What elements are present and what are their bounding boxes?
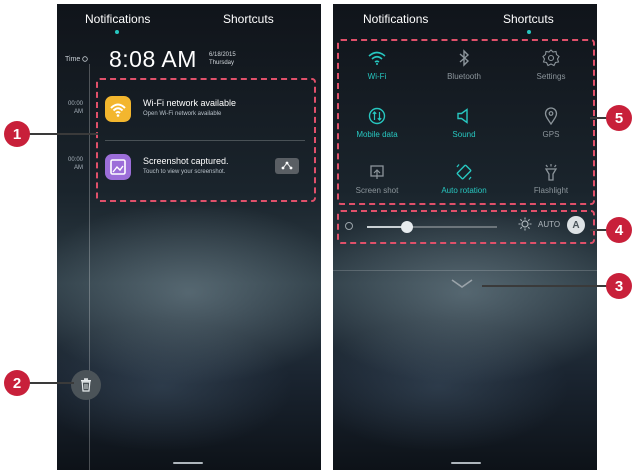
flashlight-icon [539,160,563,184]
callout-2: 2 [4,370,30,396]
weekday: Thursday [209,60,235,66]
callout-4: 4 [606,217,632,243]
bluetooth-icon [452,46,476,70]
toggle-label: Flashlight [533,186,569,195]
gear-icon [539,46,563,70]
toggle-wifi[interactable]: Wi-Fi [341,46,413,90]
toggle-label: Wi-Fi [367,72,387,81]
toggle-gps[interactable]: GPS [515,104,587,148]
notification-subtitle: Open Wi-Fi network available [143,111,222,117]
tab-notifications[interactable]: Notifications [363,12,428,26]
callout-3: 3 [606,273,632,299]
toggle-sound[interactable]: Sound [428,104,500,148]
toggle-label: Screen shot [355,186,399,195]
shortcuts-panel: Notifications Shortcuts Wi-Fi Bluetooth … [333,4,597,470]
time-label: Time [65,56,81,63]
tab-notifications[interactable]: Notifications [85,12,150,26]
auto-brightness-label: AUTO [538,220,561,229]
callout-leader [28,133,98,135]
toggle-label: Bluetooth [447,72,481,81]
notification-title: Wi-Fi network available [143,98,237,108]
toggle-label: Settings [536,72,566,81]
clock-time: 8:08 AM [109,46,197,72]
notification-time-value: 00:00 [67,101,83,107]
panel-tabs: Notifications Shortcuts [333,12,597,34]
toggle-flashlight[interactable]: Flashlight [515,160,587,204]
toggle-bluetooth[interactable]: Bluetooth [428,46,500,90]
screenshot-icon [365,160,389,184]
active-tab-indicator [115,30,119,34]
notification-time-ampm: AM [74,165,83,171]
date: 6/18/2015 [209,52,236,58]
share-icon [281,161,293,170]
brightness-slider[interactable] [367,221,497,233]
wifi-icon [105,96,131,122]
notification-panel: Notifications Shortcuts Time 8:08 AM 6/1… [57,4,321,470]
tab-shortcuts[interactable]: Shortcuts [503,12,554,26]
callout-leader [482,285,610,287]
notification-time-ampm: AM [74,109,83,115]
toggle-mobile-data[interactable]: Mobile data [341,104,413,148]
divider [105,140,305,141]
notification-time: 00:00 AM [61,156,83,172]
notification-subtitle: Touch to view your screenshot. [143,169,226,175]
home-indicator [451,462,481,464]
callout-5: 5 [606,105,632,131]
wifi-icon [365,46,389,70]
tab-shortcuts[interactable]: Shortcuts [223,12,274,26]
speaker-icon [452,104,476,128]
notification-wifi[interactable]: Wi-Fi network available Open Wi-Fi netwo… [105,92,305,136]
clock-icon [82,56,88,62]
notification-screenshot[interactable]: Screenshot captured. Touch to view your … [105,150,305,194]
timeline [89,64,90,470]
notification-title: Screenshot captured. [143,156,229,166]
location-pin-icon [539,104,563,128]
toggle-screen-shot[interactable]: Screen shot [341,160,413,204]
callout-leader [28,382,74,384]
divider [333,270,597,271]
chevron-down-icon[interactable] [450,278,474,290]
share-button[interactable] [275,158,299,174]
brightness-high-icon [518,217,532,231]
time-marker: Time [65,56,88,63]
toggle-label: Mobile data [356,130,398,139]
auto-brightness-toggle[interactable]: A [567,216,585,234]
home-indicator [173,462,203,464]
trash-icon [81,378,91,392]
toggle-label: GPS [542,130,560,139]
panel-tabs: Notifications Shortcuts [57,12,321,34]
notification-time: 00:00 AM [61,100,83,116]
active-tab-indicator [527,30,531,34]
toggle-settings[interactable]: Settings [515,46,587,90]
toggle-label: Auto rotation [441,186,487,195]
brightness-low-icon [345,222,353,230]
toggle-label: Sound [452,130,476,139]
callout-1: 1 [4,121,30,147]
notification-time-value: 00:00 [67,157,83,163]
mobile-data-icon [365,104,389,128]
rotation-icon [452,160,476,184]
screenshot-icon [105,154,131,180]
toggle-auto-rotation[interactable]: Auto rotation [428,160,500,204]
clear-notifications-button[interactable] [71,370,101,400]
